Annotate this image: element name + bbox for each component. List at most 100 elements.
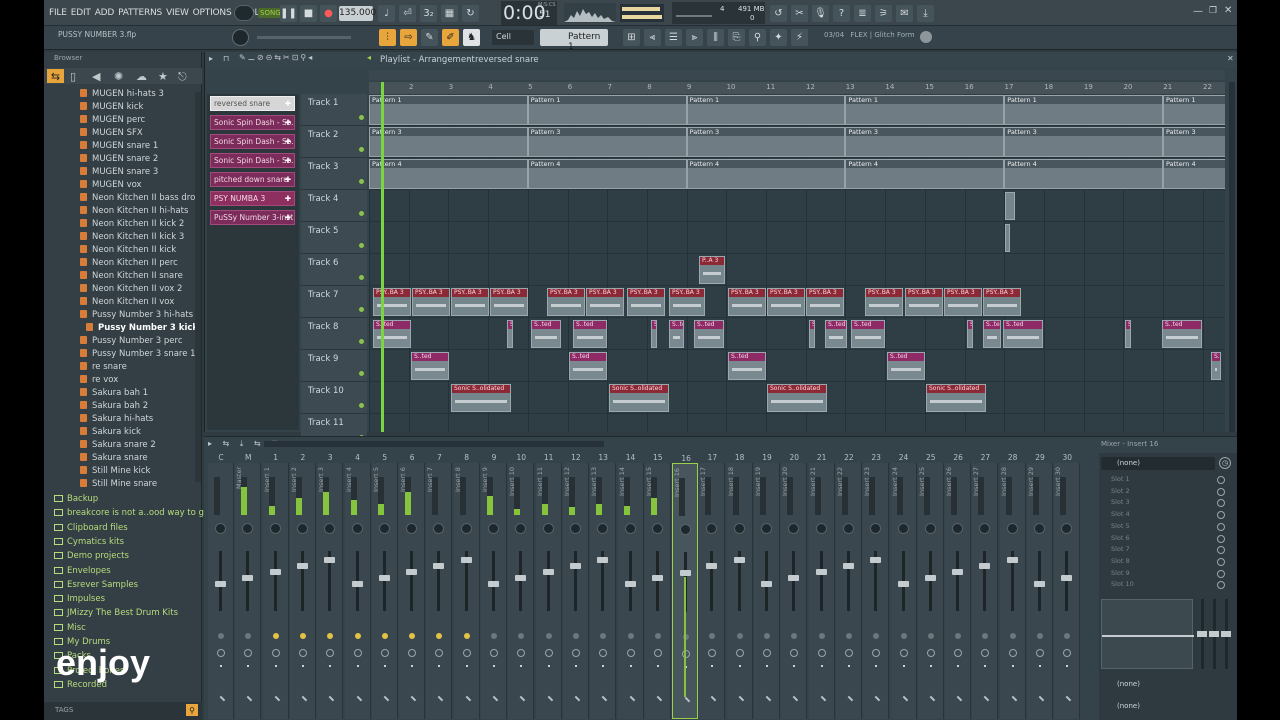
stereo-knob[interactable] xyxy=(544,649,553,657)
audio-clip[interactable]: S..ted xyxy=(825,320,847,348)
playhead[interactable] xyxy=(381,82,384,432)
route-dot[interactable] xyxy=(793,665,796,667)
online-icon[interactable] xyxy=(920,31,932,43)
browser-file-item[interactable]: Sakura snare 2 xyxy=(80,439,156,452)
volume-fader[interactable] xyxy=(979,551,991,611)
fader-handle[interactable] xyxy=(815,569,827,575)
send-arrow-icon[interactable] xyxy=(1008,695,1017,705)
track-lane[interactable] xyxy=(369,222,1225,254)
automation-clip[interactable] xyxy=(1005,224,1010,252)
pattern-clip[interactable]: Pattern 3 xyxy=(1163,127,1225,157)
volume-fader[interactable] xyxy=(488,551,499,611)
browser-link-icon[interactable]: ⎋ xyxy=(178,70,187,84)
browser-file-item[interactable]: MUGEN perc xyxy=(80,114,145,127)
eq-graph[interactable] xyxy=(1101,599,1194,669)
pan-knob[interactable] xyxy=(378,523,390,534)
audio-clip[interactable]: PSY..BA 3 xyxy=(547,288,585,316)
track-header[interactable]: Track 7 xyxy=(301,286,367,318)
route-dot[interactable] xyxy=(875,665,878,667)
browser-file-item[interactable]: Sakura kick xyxy=(80,426,141,439)
browser-file-item[interactable]: MUGEN snare 2 xyxy=(80,153,158,166)
browser-file-item[interactable]: Sakura bah 1 xyxy=(80,387,148,400)
effect-slot-toggle[interactable] xyxy=(1217,487,1225,496)
effect-slot[interactable]: Slot 2 xyxy=(1103,487,1225,498)
browser-folder-item[interactable]: Cymatics kits xyxy=(54,535,124,549)
pan-knob[interactable] xyxy=(351,523,363,534)
browser-file-icon[interactable]: ▯ xyxy=(70,70,76,83)
volume-fader[interactable] xyxy=(296,551,308,611)
stereo-knob[interactable] xyxy=(380,649,389,657)
playlist-tools-icon[interactable]: ✎⚊⊘⊝⇆✂⊡⚲◂ xyxy=(239,53,314,62)
stereo-knob[interactable] xyxy=(708,649,717,657)
track-mute-led[interactable] xyxy=(359,371,364,376)
pan-knob[interactable] xyxy=(460,523,472,534)
route-dot[interactable] xyxy=(493,665,495,667)
send-arrow-icon[interactable] xyxy=(817,695,826,705)
route-dot[interactable] xyxy=(629,665,632,667)
stereo-knob[interactable] xyxy=(817,649,826,657)
pencil-tool-icon[interactable]: ✎ xyxy=(421,29,438,46)
channel-button[interactable]: PSY NUMBA 3 ✚ xyxy=(210,191,295,206)
browser-file-item[interactable]: Sakura hi-hats xyxy=(80,413,153,426)
volume-fader[interactable] xyxy=(215,551,226,611)
master-pitch-slider[interactable] xyxy=(257,36,351,39)
mixer-preset[interactable]: (none) xyxy=(1101,457,1215,470)
pan-knob[interactable] xyxy=(651,523,663,534)
send-arrow-icon[interactable] xyxy=(544,695,553,705)
route-dot[interactable] xyxy=(301,665,304,667)
route-dot[interactable] xyxy=(220,665,222,667)
stereo-knob[interactable] xyxy=(1063,649,1072,657)
mixer-strip[interactable]: 25 Insert 25 xyxy=(917,453,944,719)
audio-clip[interactable]: S..ted xyxy=(1125,320,1131,348)
fx-led[interactable] xyxy=(927,633,934,639)
volume-fader[interactable] xyxy=(433,551,445,611)
mixer-strip[interactable]: 28 Insert 28 xyxy=(999,453,1026,719)
browser-folder-item[interactable]: JMizzy The Best Drum Kits xyxy=(54,606,178,620)
fx-led[interactable] xyxy=(1009,633,1016,639)
paint-tool-icon[interactable]: ✐ xyxy=(442,29,459,46)
fx-led[interactable] xyxy=(354,633,361,639)
pattern-clip[interactable]: Pattern 1 xyxy=(1163,95,1225,125)
volume-fader[interactable] xyxy=(542,551,554,611)
effect-slot-toggle[interactable] xyxy=(1217,476,1225,484)
fader-handle[interactable] xyxy=(897,581,909,587)
track-mute-led[interactable] xyxy=(359,115,364,120)
menu-options[interactable]: OPTIONS xyxy=(191,8,234,18)
fader-handle[interactable] xyxy=(515,575,527,581)
effect-slot-toggle[interactable] xyxy=(1217,522,1225,531)
pattern-clip[interactable]: Pattern 3 xyxy=(845,127,1005,157)
route-dot[interactable] xyxy=(274,665,277,667)
browser-file-item[interactable]: MUGEN kick xyxy=(80,101,143,114)
effect-slot-toggle[interactable] xyxy=(1217,557,1225,566)
send-arrow-icon[interactable] xyxy=(462,695,471,705)
cut-icon[interactable]: ✂ xyxy=(791,5,808,22)
pattern-clip[interactable]: Pattern 1 xyxy=(369,95,528,125)
volume-fader[interactable] xyxy=(1034,551,1045,611)
piano-roll-icon[interactable]: ☰ xyxy=(665,29,682,46)
volume-fader[interactable] xyxy=(242,551,254,611)
browser-file-item[interactable]: MUGEN hi-hats 3 xyxy=(80,88,164,101)
send-arrow-icon[interactable] xyxy=(271,695,280,705)
audio-clip[interactable]: Sonic S..olidated xyxy=(609,384,669,412)
playlist-scrollbar[interactable] xyxy=(1229,82,1235,432)
audio-clip[interactable]: S..ted xyxy=(1211,352,1221,380)
mixer-strip[interactable]: 18 Insert 18 xyxy=(726,453,753,719)
audio-clip[interactable]: PSY..BA 3 xyxy=(373,288,411,316)
fx-led[interactable] xyxy=(463,633,470,639)
stamp-tool-icon[interactable]: ♞ xyxy=(463,29,480,46)
route-dot[interactable] xyxy=(711,665,714,667)
send-arrow-icon[interactable] xyxy=(298,695,308,705)
browser-all-icon[interactable]: ⇆ xyxy=(47,69,64,83)
volume-fader[interactable] xyxy=(842,551,854,611)
mixer-strip[interactable]: 24 Insert 24 xyxy=(890,453,917,719)
volume-fader[interactable] xyxy=(569,551,581,611)
fx-led[interactable] xyxy=(845,633,852,639)
pattern-clip[interactable]: Pattern 3 xyxy=(369,127,528,157)
download-icon[interactable]: ⤓ xyxy=(917,5,934,22)
route-dot[interactable] xyxy=(1066,665,1069,667)
audio-clip[interactable]: S..ted xyxy=(573,320,607,348)
playlist-overview[interactable] xyxy=(369,70,1225,80)
pan-knob[interactable] xyxy=(1034,523,1045,534)
route-dot[interactable] xyxy=(602,665,605,667)
volume-fader[interactable] xyxy=(788,551,800,611)
